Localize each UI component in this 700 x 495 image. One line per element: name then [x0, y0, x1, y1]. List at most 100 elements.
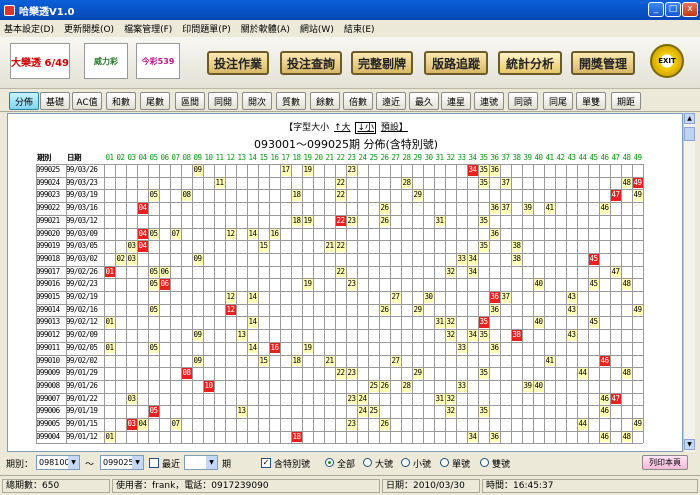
scroll-up-icon[interactable]: ▲: [684, 113, 695, 124]
header-number: 35: [479, 153, 488, 162]
tab-17[interactable]: 單雙: [576, 92, 606, 110]
row-period: 099009: [36, 368, 60, 378]
header-number: 05: [149, 153, 158, 162]
row-date: 99/01/26: [66, 380, 98, 390]
tab-16[interactable]: 同尾: [543, 92, 573, 110]
number-cell: 34: [467, 252, 478, 265]
grid-line: [36, 392, 643, 394]
font-preset-link[interactable]: 預設】: [381, 123, 408, 133]
header-number: 32: [446, 153, 455, 162]
row-period: 099024: [36, 177, 60, 187]
minimize-button[interactable]: _: [648, 2, 664, 17]
tab-13[interactable]: 連星: [441, 92, 471, 110]
tab-10[interactable]: 倍數: [343, 92, 373, 110]
period-to-select[interactable]: 099025 ▼: [100, 455, 144, 470]
print-page-button[interactable]: 列印本頁: [642, 455, 688, 470]
grid-line: [247, 164, 248, 444]
grid-line: [445, 164, 446, 444]
scroll-down-icon[interactable]: ▼: [684, 439, 695, 450]
grid-line: [36, 303, 643, 305]
track-pattern-button[interactable]: 版路追蹤: [424, 51, 488, 75]
header-number: 23: [347, 153, 356, 162]
font-smaller-link[interactable]: ↓小: [355, 122, 376, 134]
number-cell: 04: [137, 202, 148, 214]
number-cell: 35: [478, 405, 489, 417]
row-date: 99/03/09: [66, 228, 98, 238]
period-from-select[interactable]: 098100 ▼: [36, 455, 80, 470]
number-cell: 07: [170, 227, 181, 240]
menu-print-sheet[interactable]: 印問題單(P): [182, 22, 230, 35]
number-cell: 28: [401, 176, 412, 189]
draw-manage-button[interactable]: 開獎管理: [571, 51, 635, 75]
number-cell: 04: [137, 227, 148, 240]
header-number: 33: [457, 153, 466, 162]
radio-odd[interactable]: [440, 458, 449, 467]
full-elimination-button[interactable]: 完整剔牌: [351, 51, 413, 75]
header-number: 20: [314, 153, 323, 162]
radio-even[interactable]: [480, 458, 489, 467]
lotto649-logo[interactable]: 大樂透 6/49: [10, 43, 70, 79]
grid-line: [423, 164, 424, 444]
radio-big[interactable]: [363, 458, 372, 467]
number-cell: 34: [467, 164, 478, 176]
daily-cash-logo[interactable]: 今彩539: [136, 43, 180, 79]
menu-basic-settings[interactable]: 基本設定(D): [4, 22, 54, 35]
number-cell: 03: [126, 392, 137, 405]
number-cell: 46: [599, 430, 610, 443]
tab-4[interactable]: 尾數: [140, 92, 170, 110]
number-cell: 12: [225, 227, 236, 240]
tab-11[interactable]: 遠近: [376, 92, 406, 110]
tab-0[interactable]: 分佈: [9, 92, 39, 110]
number-cell: 07: [170, 418, 181, 430]
header-number: 27: [391, 153, 400, 162]
tab-9[interactable]: 餘數: [310, 92, 340, 110]
radio-small[interactable]: [401, 458, 410, 467]
tab-14[interactable]: 連號: [474, 92, 504, 110]
recent-checkbox[interactable]: [149, 458, 159, 468]
number-cell: 01: [104, 341, 115, 354]
number-cell: 44: [577, 418, 588, 430]
tab-12[interactable]: 最久: [409, 92, 439, 110]
betting-button[interactable]: 投注作業: [207, 51, 269, 75]
number-cell: 05: [148, 303, 159, 316]
tab-15[interactable]: 同頭: [508, 92, 538, 110]
menu-website[interactable]: 網站(W): [300, 22, 334, 35]
menu-file-manage[interactable]: 檔案管理(F): [124, 22, 172, 35]
special-checkbox[interactable]: ✓: [261, 458, 271, 468]
bet-query-button[interactable]: 投注查詢: [280, 51, 342, 75]
tab-7[interactable]: 開次: [242, 92, 272, 110]
scroll-thumb[interactable]: [684, 127, 695, 141]
tab-18[interactable]: 期距: [611, 92, 641, 110]
grid-line: [478, 164, 479, 444]
tab-2[interactable]: AC值: [72, 92, 102, 110]
menu-about[interactable]: 關於軟體(A): [241, 22, 290, 35]
tab-8[interactable]: 質數: [276, 92, 306, 110]
grid-line: [36, 329, 643, 331]
number-cell: 31: [434, 392, 445, 405]
number-cell: 04: [137, 418, 148, 430]
radio-all[interactable]: [325, 458, 334, 467]
recent-count-select[interactable]: ▼: [184, 455, 218, 470]
close-button[interactable]: x: [682, 2, 698, 17]
number-cell: 43: [566, 303, 577, 316]
tab-3[interactable]: 和數: [106, 92, 136, 110]
grid-line: [269, 164, 270, 444]
tab-5[interactable]: 區間: [175, 92, 205, 110]
number-cell: 49: [632, 418, 643, 430]
number-cell: 23: [346, 164, 357, 176]
menu-update-draw[interactable]: 更新開獎(O): [64, 22, 114, 35]
font-larger-link[interactable]: ↑大: [334, 123, 351, 133]
tab-1[interactable]: 基礎: [40, 92, 70, 110]
vertical-scrollbar[interactable]: ▲ ▼: [683, 113, 695, 452]
row-period: 099008: [36, 380, 60, 390]
power-lottery-logo[interactable]: 威力彩: [84, 43, 128, 79]
number-cell: 45: [588, 278, 599, 290]
number-cell: 49: [632, 189, 643, 202]
statistics-button[interactable]: 統計分析: [498, 51, 562, 75]
exit-button[interactable]: EXIT: [650, 44, 684, 78]
menu-exit[interactable]: 結束(E): [344, 22, 375, 35]
special-label: 含特別號: [274, 460, 311, 470]
analysis-tabs: 分佈 基礎 AC值 和數 尾數 區間 同開 開次 質數 餘數 倍數 遠近 最久 連星 連號 同頭 同尾 單雙 期距: [0, 90, 700, 112]
tab-6[interactable]: 同開: [208, 92, 238, 110]
maximize-button[interactable]: □: [665, 2, 681, 17]
